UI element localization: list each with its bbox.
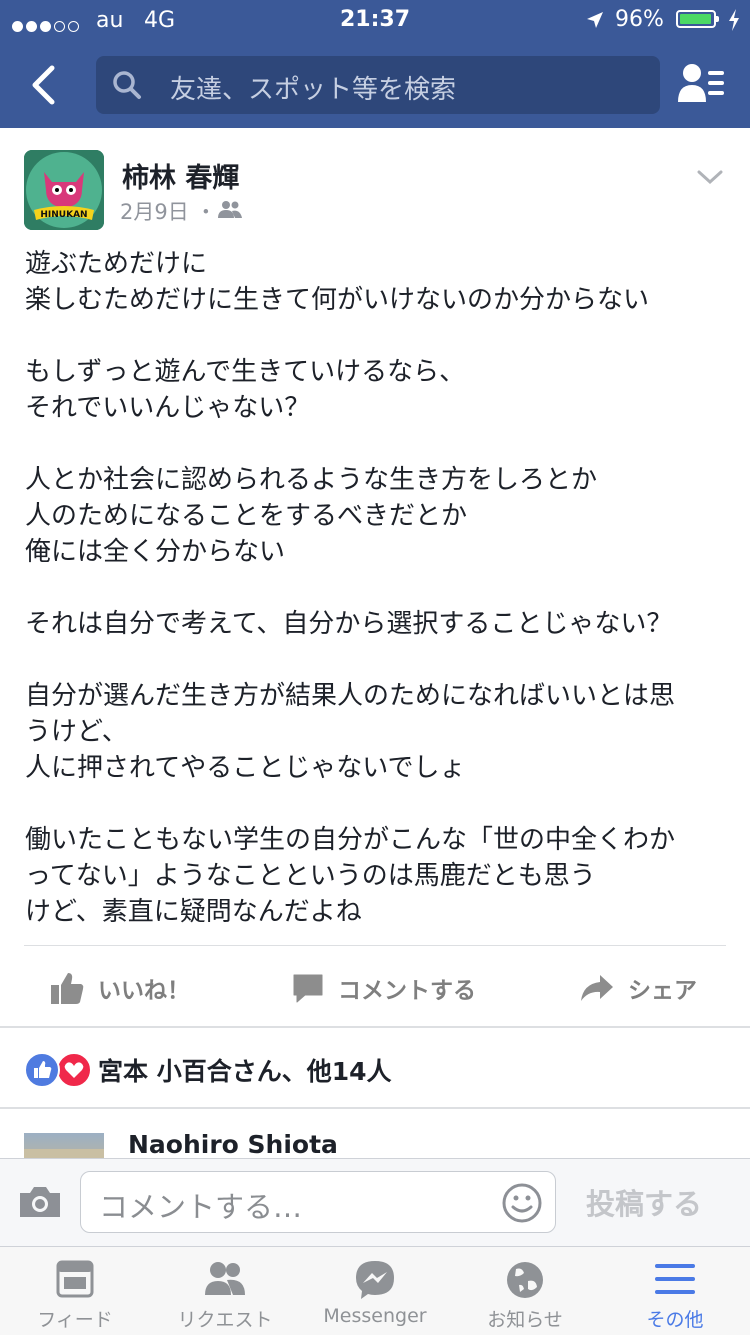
post-comment-button[interactable]: 投稿する bbox=[586, 1181, 702, 1223]
search-icon bbox=[113, 71, 141, 99]
post-paragraph: 遊ぶためだけに 楽しむためだけに生きて何がいけないのか分からない bbox=[25, 249, 650, 315]
comment-label: コメントする bbox=[338, 978, 476, 1004]
messenger-icon bbox=[356, 1261, 394, 1299]
battery-icon bbox=[676, 10, 719, 28]
more-menu-icon bbox=[655, 1264, 695, 1294]
tab-label: Messenger bbox=[323, 1305, 427, 1327]
top-navigation-bar: au 4G 21:37 96% 友達、スポット等を検索 bbox=[0, 0, 750, 128]
post-paragraph: もしずっと遊んで生きていけるなら、 それでいいんじゃない？ bbox=[25, 357, 466, 423]
search-input[interactable]: 友達、スポット等を検索 bbox=[96, 56, 660, 114]
share-label: シェア bbox=[628, 978, 697, 1004]
author-avatar[interactable]: HINUKAN bbox=[24, 150, 104, 230]
post-paragraph: 自分が選んだ生き方が結果人のためになればいいとは思 うけど、 人に押されてやるこ… bbox=[25, 681, 676, 783]
feed-icon bbox=[56, 1260, 94, 1298]
love-reaction-icon[interactable] bbox=[56, 1052, 92, 1088]
camera-icon[interactable] bbox=[18, 1185, 62, 1219]
like-reaction-icon[interactable] bbox=[24, 1052, 60, 1088]
notifications-globe-icon bbox=[507, 1262, 543, 1298]
post-options-chevron-icon[interactable] bbox=[697, 170, 723, 186]
post-paragraph: 働いたこともない学生の自分がこんな「世の中全くわか ってない」ようなことというの… bbox=[25, 825, 676, 927]
post-paragraph: それは自分で考えて、自分から選択することじゃない？ bbox=[25, 609, 673, 639]
reactions-summary[interactable]: 宮本 小百合さん、他14人 bbox=[98, 1052, 392, 1088]
back-chevron-icon[interactable] bbox=[28, 64, 58, 106]
author-name[interactable]: 柿林 春輝 bbox=[122, 156, 239, 195]
comment-button[interactable]: コメントする bbox=[292, 965, 476, 1011]
friends-audience-icon bbox=[218, 201, 242, 218]
tab-notifications[interactable]: お知らせ bbox=[450, 1247, 600, 1335]
post-date[interactable]: 2月9日 ・ bbox=[120, 196, 216, 226]
charging-bolt-icon bbox=[729, 9, 739, 31]
post-text: 遊ぶためだけに 楽しむためだけに生きて何がいけないのか分からない もしずっと遊ん… bbox=[25, 246, 730, 966]
tab-feed[interactable]: フィード bbox=[0, 1247, 150, 1335]
like-button[interactable]: いいね！ bbox=[50, 965, 190, 1011]
thumbs-up-icon bbox=[51, 973, 84, 1004]
section-divider bbox=[0, 1107, 750, 1109]
tab-label: その他 bbox=[646, 1309, 704, 1331]
comment-bubble-icon bbox=[293, 974, 323, 1003]
tab-label: リクエスト bbox=[177, 1309, 273, 1331]
tab-messenger[interactable]: Messenger bbox=[300, 1247, 450, 1335]
share-arrow-icon bbox=[581, 975, 613, 1001]
svg-text:HINUKAN: HINUKAN bbox=[40, 210, 87, 220]
section-divider bbox=[0, 1026, 750, 1028]
tab-label: お知らせ bbox=[487, 1309, 563, 1331]
comment-composer-bar: コメントする… 投稿する bbox=[0, 1158, 750, 1247]
comment-placeholder: コメントする… bbox=[99, 1190, 303, 1224]
like-label: いいね！ bbox=[98, 978, 190, 1004]
search-placeholder: 友達、スポット等を検索 bbox=[170, 75, 457, 105]
status-bar: au 4G 21:37 96% bbox=[0, 0, 750, 40]
friend-requests-icon bbox=[205, 1262, 245, 1295]
post-paragraph: 人とか社会に認められるような生き方をしろとか 人のためになることをするべきだとか… bbox=[25, 465, 598, 567]
commenter-name[interactable]: Naohiro Shiota bbox=[128, 1130, 338, 1159]
divider bbox=[24, 945, 726, 946]
emoji-smiley-icon[interactable] bbox=[501, 1182, 543, 1224]
comment-input[interactable]: コメントする… bbox=[80, 1171, 556, 1233]
location-arrow-icon bbox=[587, 12, 603, 28]
tab-label: フィード bbox=[37, 1309, 113, 1331]
battery-percent: 96% bbox=[615, 7, 664, 32]
friends-list-icon[interactable] bbox=[678, 62, 726, 104]
tab-more[interactable]: その他 bbox=[600, 1247, 750, 1335]
share-button[interactable]: シェア bbox=[580, 965, 697, 1011]
tab-requests[interactable]: リクエスト bbox=[150, 1247, 300, 1335]
bottom-tab-bar: フィード リクエスト Messenger お知らせ その他 bbox=[0, 1246, 750, 1335]
